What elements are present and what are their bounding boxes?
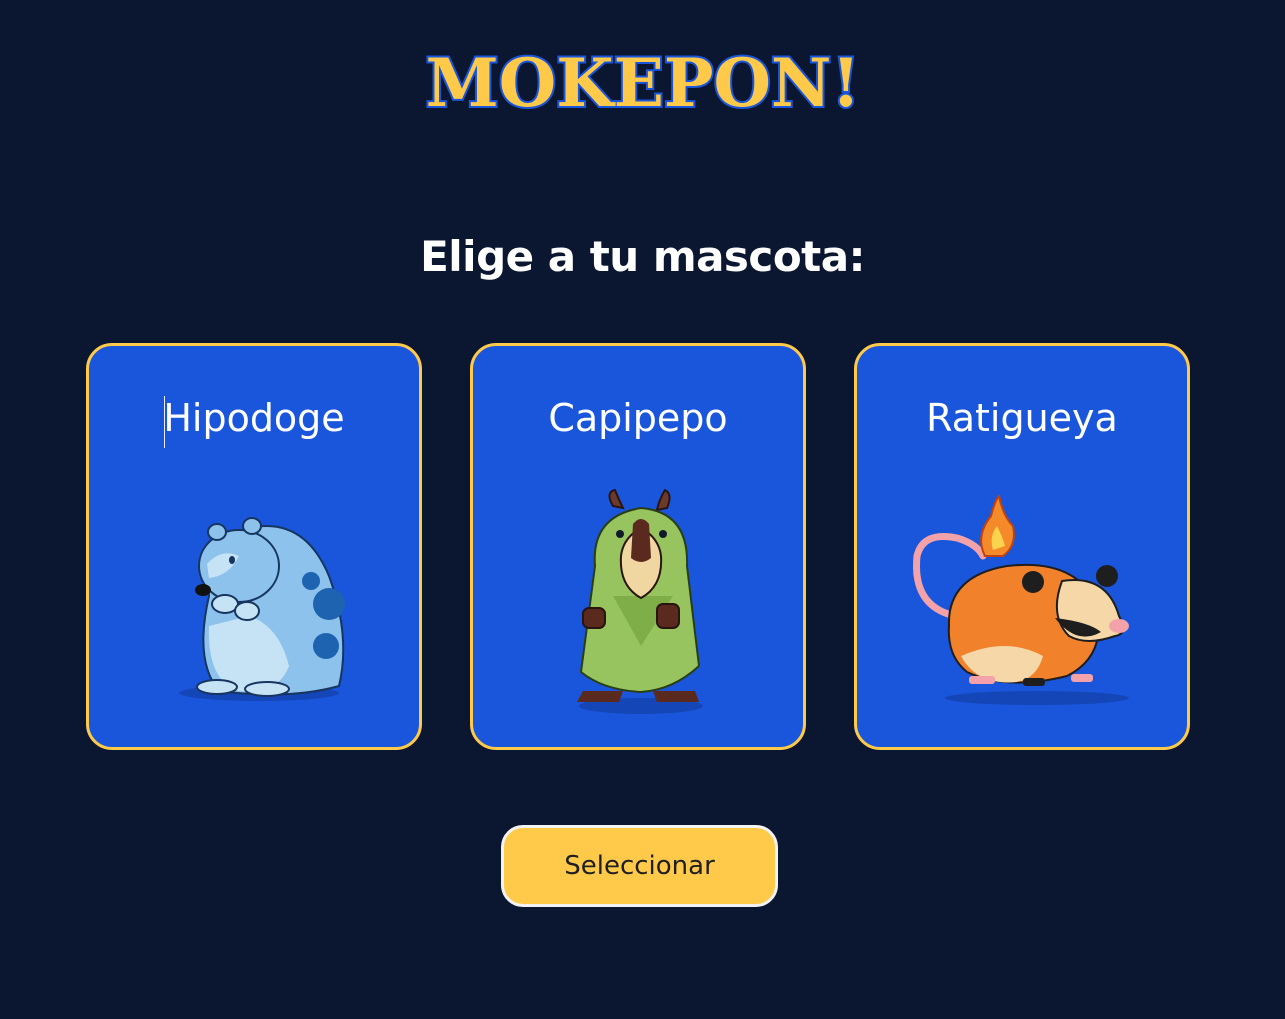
ratigueya-illustration (912, 493, 1129, 705)
capipepo-illustration (577, 488, 703, 714)
choose-pet-heading: Elige a tu mascota: (420, 232, 865, 281)
hipodoge-illustration (179, 517, 345, 701)
pet-name-hipodoge: Hipodoge (163, 396, 345, 440)
mokepon-logo: MOKEPON! (423, 44, 862, 120)
text-caret (164, 396, 165, 448)
pet-card-capipepo[interactable]: Capipepo (470, 343, 806, 750)
pet-card-hipodoge[interactable]: Hipodoge (86, 343, 422, 750)
pet-name-ratigueya: Ratigueya (926, 396, 1118, 440)
logo-wordmark: MOKEPON! (425, 44, 860, 120)
game-logo: MOKEPON! (0, 44, 1285, 124)
select-pet-button[interactable]: Seleccionar (501, 825, 778, 907)
pet-name-capipepo: Capipepo (548, 396, 728, 440)
pet-card-ratigueya[interactable]: Ratigueya (854, 343, 1190, 750)
